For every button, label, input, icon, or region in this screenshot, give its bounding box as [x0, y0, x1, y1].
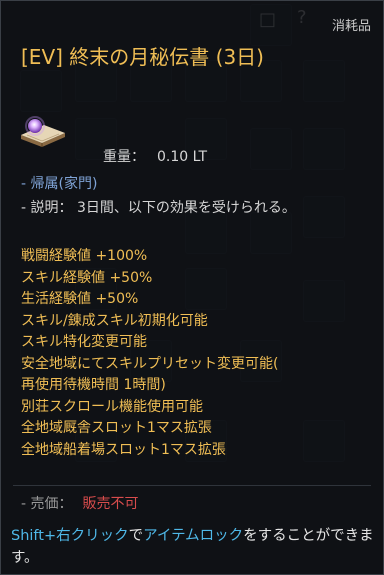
weight-label: 重量：	[103, 149, 145, 165]
item-title: [EV] 終末の月秘伝書 (3日)	[21, 45, 264, 69]
weight-value: 0.10 LT	[157, 149, 208, 165]
effect-item: 別荘スクロール機能使用可能	[21, 398, 203, 415]
item-description: - 説明： 3日間、以下の効果を受けられる。	[21, 200, 296, 216]
hint-text: で	[128, 528, 144, 544]
shift-right-click-hint: Shift+右クリック	[11, 528, 129, 544]
lock-icon: □	[259, 9, 277, 30]
price-label: - 売価：	[21, 496, 73, 512]
help-icon: ?	[297, 7, 307, 28]
item-tooltip: □ ? 消耗品 [EV] 終末の月秘伝書 (3日) 重量： 0.10 LT - 帰…	[0, 0, 384, 575]
price-value: 販売不可	[82, 496, 139, 512]
effect-item: 戦闘経験値 +100%	[21, 248, 148, 264]
effect-item: スキル特化変更可能	[21, 334, 147, 350]
divider	[13, 485, 371, 486]
item-lock-hint: Shift+右クリックでアイテムロックをすることができます。	[11, 525, 377, 569]
item-category: 消耗品	[331, 19, 371, 34]
item-lock-keyword: アイテムロック	[143, 528, 244, 544]
sell-price: - 売価： 販売不可	[21, 493, 139, 513]
effect-item: 全地域船着場スロット1マス拡張	[21, 441, 226, 458]
effect-item: 再使用待機時間 1時間)	[21, 377, 166, 393]
effect-list: 戦闘経験値 +100% スキル経験値 +50% 生活経験値 +50% スキル/錬…	[21, 246, 371, 461]
effect-item: スキル経験値 +50%	[21, 269, 153, 286]
effect-item: 全地域厩舎スロット1マス拡張	[21, 420, 212, 436]
book-with-purple-orb-icon	[18, 114, 68, 154]
item-weight: 重量： 0.10 LT	[103, 146, 207, 166]
binding-info: - 帰属(家門)	[21, 176, 98, 192]
effect-item: 安全地域にてスキルプリセット変更可能(	[21, 355, 279, 372]
effect-item: スキル/錬成スキル初期化可能	[21, 312, 208, 329]
effect-item: 生活経験値 +50%	[21, 291, 139, 307]
